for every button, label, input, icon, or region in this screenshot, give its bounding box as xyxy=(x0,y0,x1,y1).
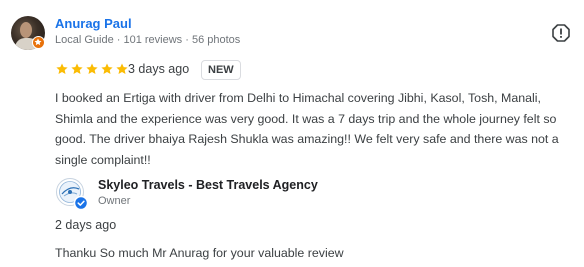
review-text: I booked an Ertiga with driver from Delh… xyxy=(55,88,581,170)
new-badge: NEW xyxy=(201,60,241,80)
review-text-line: single complaint!! xyxy=(55,152,151,167)
star-icon xyxy=(101,63,113,75)
owner-role: Owner xyxy=(98,195,131,207)
report-flag-icon xyxy=(552,24,570,42)
response-text: Thanku So much Mr Anurag for your valuab… xyxy=(55,246,344,260)
review-card: Anurag Paul Local Guide · 101 reviews · … xyxy=(0,0,584,267)
reviewer-name[interactable]: Anurag Paul xyxy=(55,16,132,31)
review-date: 3 days ago xyxy=(128,62,190,76)
reviewer-meta[interactable]: Local Guide · 101 reviews · 56 photos xyxy=(55,34,240,46)
local-guide-badge-icon xyxy=(32,36,45,49)
response-date: 2 days ago xyxy=(55,218,117,232)
star-icon xyxy=(71,63,83,75)
owner-business-name: Skyleo Travels - Best Travels Agency xyxy=(98,178,318,192)
owner-logo xyxy=(55,177,89,211)
star-icon xyxy=(56,63,68,75)
star-rating xyxy=(55,62,129,76)
review-text-line: I booked an Ertiga with driver from Delh… xyxy=(55,91,541,105)
verified-check-icon xyxy=(73,195,89,211)
reviewer-avatar[interactable] xyxy=(11,16,45,50)
star-icon xyxy=(116,63,128,75)
review-text-line: good. The driver bhaiya Rajesh Shukla wa… xyxy=(55,132,559,146)
review-text-line: Shimla and the experience was very good.… xyxy=(55,111,557,126)
star-icon xyxy=(86,63,98,75)
report-button[interactable] xyxy=(551,23,571,43)
avatar-face xyxy=(20,22,32,38)
